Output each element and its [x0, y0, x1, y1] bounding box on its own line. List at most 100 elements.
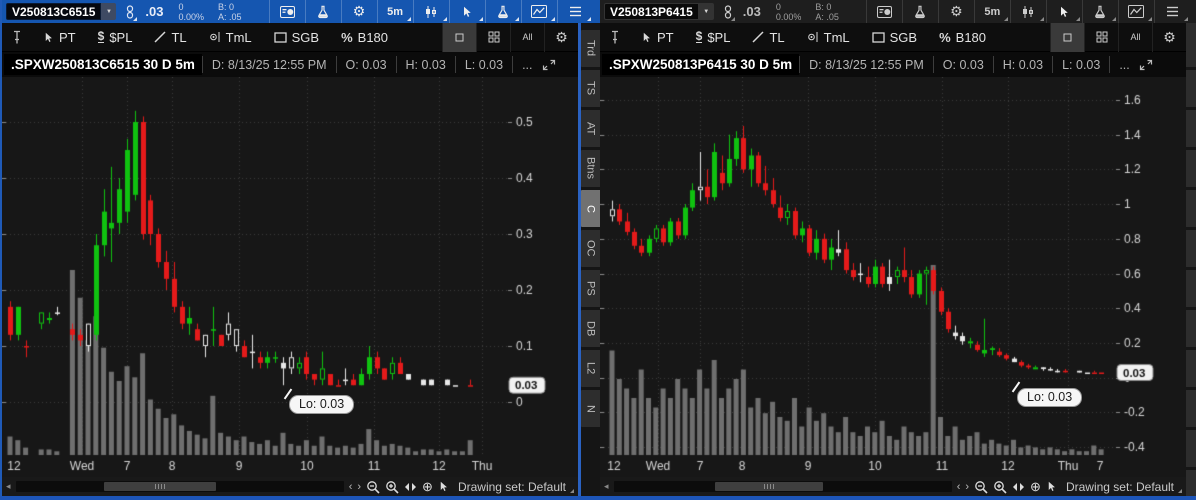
percent-icon: % — [939, 30, 951, 45]
chart-header-right: .SPXW250813P6415 30 D 5m D: 8/13/25 12:5… — [600, 52, 1186, 77]
tool-b180[interactable]: % B180 — [928, 23, 997, 52]
timeframe-button[interactable]: 5m — [377, 0, 413, 23]
tool-sgb[interactable]: SGB — [861, 23, 928, 52]
scrollbar-track[interactable] — [614, 481, 952, 492]
topbar-right: V250813P6415 ▼ .03 0 0.00% B: 0 A: .05 ⚙ — [600, 0, 1196, 23]
pin-button[interactable] — [600, 23, 630, 52]
timeframe-button[interactable]: 5m — [974, 0, 1010, 23]
gear-icon: ⚙ — [950, 3, 963, 20]
tool-pt[interactable]: PT — [630, 23, 685, 52]
track-left-arrow[interactable]: ◂ — [604, 481, 609, 492]
sidebar-tab-n[interactable]: N — [581, 390, 601, 427]
sidebar-tab-at[interactable]: AT — [581, 110, 601, 147]
pattern-icon — [1128, 5, 1144, 18]
tool-spl[interactable]: $ $PL — [87, 23, 144, 52]
sidebar-tab-ts[interactable]: TS — [581, 70, 601, 107]
chart-menu-button[interactable] — [557, 0, 593, 23]
sidebar-tab-db[interactable]: DB — [581, 310, 601, 347]
grid-view-button[interactable] — [1084, 23, 1118, 52]
pointer-button[interactable] — [438, 480, 449, 493]
studies-flask-button[interactable] — [305, 0, 341, 23]
chart-settings-button[interactable]: ⚙ — [544, 23, 578, 52]
tool-tml-label: TmL — [226, 30, 252, 45]
symbol-input[interactable]: V250813C6515 — [6, 3, 101, 20]
expand-horizontal-button[interactable] — [404, 482, 417, 492]
tool-pt-label: PT — [657, 30, 674, 45]
settings-gear-button[interactable]: ⚙ — [341, 0, 377, 23]
tool-tml[interactable]: TmL — [796, 23, 861, 52]
crosshair-button[interactable]: ⊕ — [422, 479, 433, 495]
ohlc-high: H: 0.03 — [396, 56, 455, 73]
chart-settings-button[interactable]: ⚙ — [1152, 23, 1186, 52]
pointer-button[interactable] — [1046, 480, 1057, 493]
zoom-out-button[interactable] — [974, 480, 988, 494]
drawings-button[interactable] — [1118, 0, 1154, 23]
tool-tl[interactable]: TL — [143, 23, 197, 52]
single-view-button[interactable] — [442, 23, 476, 52]
symbol-input[interactable]: V250813P6415 — [604, 3, 699, 20]
tool-tml[interactable]: TmL — [198, 23, 263, 52]
pan-left-button[interactable]: ‹ — [957, 481, 961, 493]
analysis-flask-button[interactable] — [485, 0, 521, 23]
settings-gear-button[interactable]: ⚙ — [938, 0, 974, 23]
tool-pt[interactable]: PT — [32, 23, 87, 52]
chart-style-button[interactable] — [1010, 0, 1046, 23]
chart-style-button[interactable] — [413, 0, 449, 23]
ohlc-more[interactable]: ... — [512, 56, 541, 73]
pin-button[interactable] — [2, 23, 32, 52]
crosshair-button[interactable]: ⊕ — [1030, 479, 1041, 495]
tool-sgb[interactable]: SGB — [263, 23, 330, 52]
dropdown-corner — [551, 17, 555, 21]
all-charts-button[interactable]: All — [510, 23, 544, 52]
drawing-set-label[interactable]: Drawing set: Default — [458, 480, 574, 494]
scrollbar-track[interactable] — [16, 481, 344, 492]
chart-menu-button[interactable] — [1154, 0, 1190, 23]
left-chart-canvas[interactable] — [2, 77, 578, 477]
dropdown-corner — [443, 17, 447, 21]
zoom-in-button[interactable] — [385, 480, 399, 494]
right-chart-canvas[interactable] — [600, 77, 1186, 477]
sidebar-tab-btns[interactable]: Btns — [581, 150, 601, 187]
sidebar-tab-ps[interactable]: PS — [581, 270, 601, 307]
sidebar-tab-oc[interactable]: OC — [581, 230, 601, 267]
tool-b180[interactable]: % B180 — [330, 23, 399, 52]
resize-icon[interactable] — [542, 59, 556, 71]
sidebar-tab-trd[interactable]: Trd — [581, 30, 601, 67]
link-icon[interactable] — [121, 0, 139, 23]
tool-spl[interactable]: $ $PL — [685, 23, 742, 52]
pan-right-button[interactable]: › — [357, 481, 361, 493]
scrollbar-thumb[interactable] — [715, 482, 823, 491]
tool-b180-label: B180 — [358, 30, 388, 45]
pan-right-button[interactable]: › — [965, 481, 969, 493]
grid-view-button[interactable] — [476, 23, 510, 52]
single-view-button[interactable] — [1050, 23, 1084, 52]
resize-icon[interactable] — [1139, 59, 1153, 71]
cursor-tool-button[interactable] — [449, 0, 485, 23]
expand-horizontal-button[interactable] — [1012, 482, 1025, 492]
zoom-in-button[interactable] — [993, 480, 1007, 494]
link-icon[interactable] — [719, 0, 737, 23]
zoom-out-button[interactable] — [366, 480, 380, 494]
sidebar-tab-c[interactable]: C — [581, 190, 601, 227]
track-left-arrow[interactable]: ◂ — [6, 481, 11, 492]
sidebar-tab-l2[interactable]: L2 — [581, 350, 601, 387]
scrollbar-thumb[interactable] — [104, 482, 216, 491]
ohlc-low: L: 0.03 — [455, 56, 512, 73]
studies-flask-button[interactable] — [902, 0, 938, 23]
drawing-set-label[interactable]: Drawing set: Default — [1066, 480, 1182, 494]
symbol-dropdown-button[interactable]: ▼ — [101, 3, 116, 20]
dropdown-icon: ▼ — [106, 9, 112, 15]
analysis-flask-button[interactable] — [1082, 0, 1118, 23]
drawing-toolbar-left: PT $ $PL TL TmL — [2, 23, 578, 52]
all-charts-button[interactable]: All — [1118, 23, 1152, 52]
events-button[interactable] — [269, 0, 305, 23]
tool-pt-label: PT — [59, 30, 76, 45]
tool-tl[interactable]: TL — [741, 23, 795, 52]
drawings-button[interactable] — [521, 0, 557, 23]
events-button[interactable] — [866, 0, 902, 23]
cursor-tool-button[interactable] — [1046, 0, 1082, 23]
pan-left-button[interactable]: ‹ — [349, 481, 353, 493]
ohlc-more[interactable]: ... — [1109, 56, 1138, 73]
symbol-dropdown-button[interactable]: ▼ — [699, 3, 714, 20]
square-icon — [872, 32, 885, 43]
